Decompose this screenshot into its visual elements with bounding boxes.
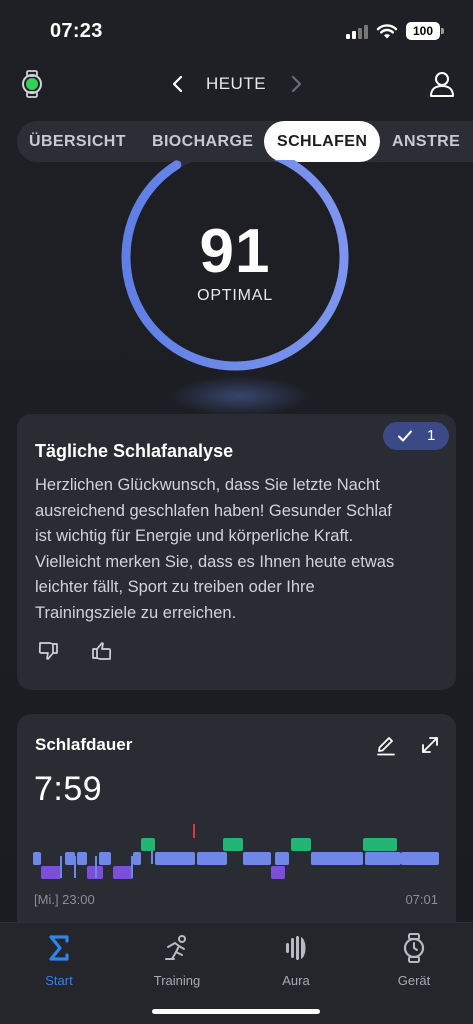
deep-sleep-segment — [41, 866, 61, 879]
deep-sleep-segment — [113, 866, 133, 879]
sleep-score-value: 91 — [199, 217, 271, 286]
stage-connector — [131, 856, 133, 878]
analysis-line: ist wichtig für Energie und körperliche … — [35, 527, 354, 546]
feedback-badge[interactable]: 1 — [383, 422, 449, 450]
tabbar-label: Start — [45, 973, 73, 988]
sleep-start-time: [Mi.] 23:00 — [34, 892, 95, 907]
analysis-line: leichter fällt, Sport zu treiben oder Ih… — [35, 578, 315, 597]
sleep-duration-value: 7:59 — [34, 770, 103, 808]
sigma-icon — [49, 935, 69, 961]
tabbar-geraet[interactable]: Gerät — [364, 931, 464, 991]
sleep-marker — [193, 824, 195, 838]
edit-icon[interactable] — [375, 734, 397, 756]
watch-status-icon[interactable] — [20, 70, 44, 98]
analysis-line: ausreichend geschlafen haben! Gesunder S… — [35, 501, 392, 520]
light-sleep-segment — [243, 852, 271, 865]
battery-icon: 100 — [406, 22, 444, 40]
light-sleep-segment — [311, 852, 363, 865]
tabbar-training[interactable]: Training — [127, 931, 227, 991]
tab-schlafen[interactable]: SCHLAFEN — [264, 121, 381, 162]
tabbar-label: Training — [153, 973, 201, 988]
light-sleep-segment — [401, 852, 439, 865]
sleep-analysis-card: Tägliche Schlafanalyse 1 Herzlichen Glüc… — [17, 414, 456, 690]
analysis-line: Herzlichen Glückwunsch, dass Sie letzte … — [35, 476, 380, 494]
cellular-signal-icon — [346, 25, 368, 39]
analysis-line: Vielleicht merken Sie, dass es Ihnen heu… — [35, 552, 395, 571]
tab-anstrengung[interactable]: ANSTRE — [392, 121, 460, 162]
duration-title: Schlafdauer — [35, 735, 133, 754]
previous-day-button[interactable] — [166, 72, 190, 96]
section-tabs: ÜBERSICHT BIOCHARGE SCHLAFEN ANSTRE — [17, 121, 473, 162]
light-sleep-segment — [77, 852, 87, 865]
awake-segment — [363, 838, 397, 851]
profile-icon[interactable] — [428, 70, 456, 98]
feedback-count: 1 — [427, 427, 436, 444]
light-sleep-segment — [197, 852, 227, 865]
analysis-body: Herzlichen Glückwunsch, dass Sie letzte … — [35, 473, 445, 627]
light-sleep-segment — [99, 852, 111, 865]
light-sleep-segment — [33, 852, 41, 865]
thumbs-up-icon[interactable] — [91, 640, 113, 662]
sleep-end-time: 07:01 — [405, 892, 438, 907]
sleep-screen: 07:23 100 HEUTE ÜBERSICHT BIOCHARGE SCHL… — [0, 0, 473, 1024]
date-title: HEUTE — [205, 74, 267, 93]
light-sleep-segment — [155, 852, 195, 865]
light-sleep-segment — [133, 852, 141, 865]
sleep-score-label: OPTIMAL — [197, 287, 273, 304]
next-day-button[interactable] — [284, 72, 308, 96]
status-bar: 07:23 100 — [0, 0, 473, 60]
ring-glow — [170, 376, 310, 416]
light-sleep-segment — [275, 852, 289, 865]
stage-connector — [95, 856, 97, 878]
tab-biocharge[interactable]: BIOCHARGE — [152, 121, 253, 162]
awake-segment — [291, 838, 311, 851]
stage-connector — [60, 856, 62, 878]
awake-segment — [223, 838, 243, 851]
home-indicator — [152, 1009, 320, 1014]
sleep-stage-hypnogram — [33, 824, 439, 879]
stage-connector — [74, 856, 76, 878]
sleep-duration-card[interactable]: Schlafdauer 7:59 [Mi.] 23:00 07:01 — [17, 714, 456, 944]
watch-icon — [403, 933, 425, 963]
analysis-line: Trainingsziele zu erreichen. — [35, 603, 237, 622]
tabbar-aura[interactable]: Aura — [246, 931, 346, 991]
light-sleep-segment — [65, 852, 75, 865]
status-time: 07:23 — [50, 20, 103, 42]
tabbar-start[interactable]: Start — [9, 931, 109, 991]
expand-icon[interactable] — [419, 734, 441, 756]
tabbar-label: Aura — [282, 973, 310, 988]
tab-uebersicht[interactable]: ÜBERSICHT — [29, 121, 126, 162]
check-icon — [398, 430, 412, 442]
analysis-title: Tägliche Schlafanalyse — [35, 441, 234, 461]
thumbs-down-icon[interactable] — [37, 640, 59, 662]
running-icon — [165, 935, 186, 960]
wifi-icon — [376, 24, 398, 39]
deep-sleep-segment — [271, 866, 285, 879]
tabbar-label: Gerät — [397, 973, 431, 988]
awake-segment — [141, 838, 155, 851]
aura-icon — [286, 936, 306, 960]
light-sleep-segment — [365, 852, 401, 865]
